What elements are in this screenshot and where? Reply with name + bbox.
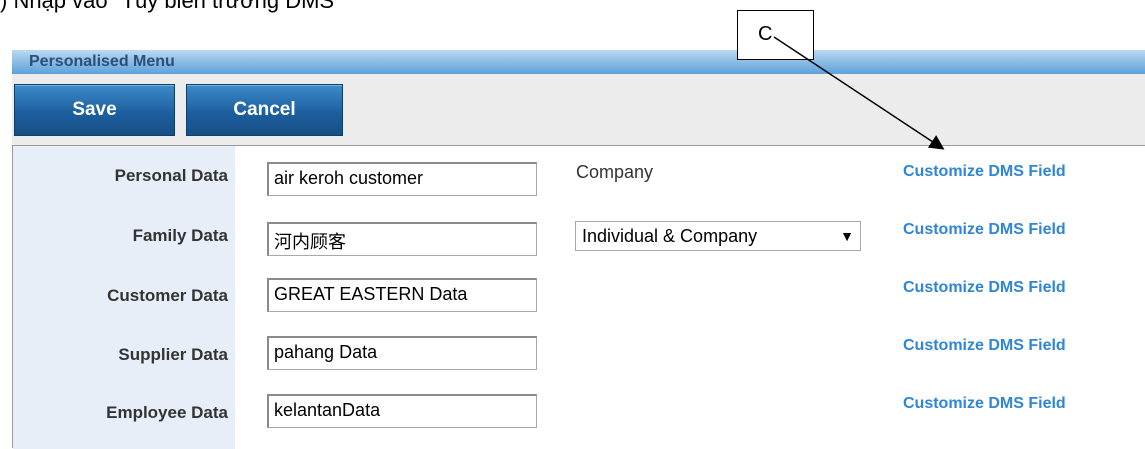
save-button[interactable]: Save [14,84,175,136]
personal-data-input[interactable]: air keroh customer [267,162,537,196]
customize-dms-link-personal[interactable]: Customize DMS Field [903,163,1066,181]
personal-data-label: Personal Data [114,166,228,185]
employee-data-input[interactable]: kelantanData [267,394,537,428]
family-data-input[interactable]: 河内顾客 [267,222,537,256]
customer-data-label: Customer Data [107,286,228,305]
callout-box: C [737,10,814,60]
triangle-down-icon: ▼ [840,228,854,244]
callout-label: C [758,23,773,45]
customize-dms-link-supplier[interactable]: Customize DMS Field [903,337,1066,355]
family-data-label: Family Data [132,226,228,245]
customize-dms-link-employee[interactable]: Customize DMS Field [903,395,1066,413]
cancel-button[interactable]: Cancel [186,84,343,136]
employee-data-label: Employee Data [106,403,228,422]
supplier-data-label: Supplier Data [118,345,228,364]
document-caption: ) Nhập vào "Tùy biến trường DMS" [0,0,342,13]
company-select-value: Individual & Company [582,225,758,246]
company-label: Company [576,162,654,182]
panel-title-bar: Personalised Menu [12,50,1145,74]
customize-dms-link-family[interactable]: Customize DMS Field [903,221,1066,239]
toolbar: Save Cancel [12,74,1145,145]
customer-data-input[interactable]: GREAT EASTERN Data [267,278,537,312]
supplier-data-input[interactable]: pahang Data [267,336,537,370]
personalised-form: Personal Data air keroh customer Customi… [12,145,1145,449]
company-type-select[interactable]: Individual & Company ▼ [575,221,861,251]
panel-title: Personalised Menu [29,53,175,70]
customize-dms-link-customer[interactable]: Customize DMS Field [903,279,1066,297]
